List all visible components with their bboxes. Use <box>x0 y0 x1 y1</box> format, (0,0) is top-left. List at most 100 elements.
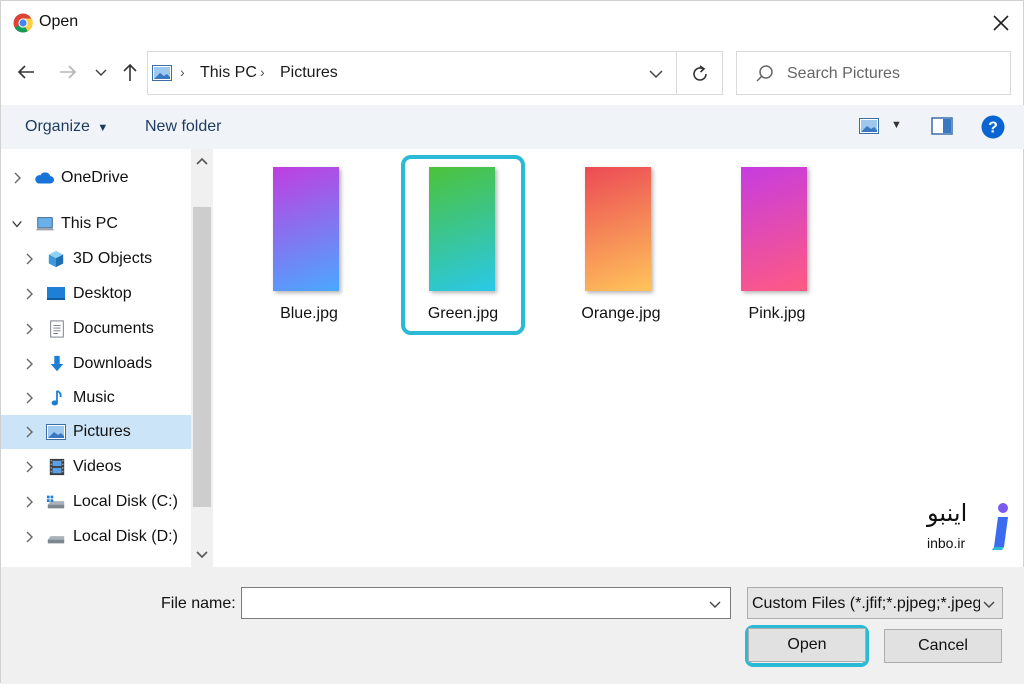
sidebar-item-videos[interactable]: Videos <box>1 450 191 484</box>
chevron-right-icon[interactable] <box>23 460 35 474</box>
file-thumbnail <box>273 167 339 291</box>
computer-icon <box>35 217 55 231</box>
chevron-right-icon[interactable] <box>23 495 35 509</box>
sidebar-item-local-disk-d[interactable]: Local Disk (D:) <box>1 520 191 554</box>
sidebar-item-label: OneDrive <box>61 169 129 186</box>
chevron-right-icon[interactable] <box>11 171 23 185</box>
chrome-icon <box>13 13 33 33</box>
breadcrumb-separator-icon: › <box>260 64 265 80</box>
scrollbar-thumb[interactable] <box>193 207 211 507</box>
cancel-button[interactable]: Cancel <box>884 629 1002 663</box>
open-button[interactable]: Open <box>748 628 866 662</box>
sidebar-item-downloads[interactable]: Downloads <box>1 347 191 381</box>
chevron-down-icon[interactable] <box>708 597 722 611</box>
document-icon <box>50 320 64 338</box>
chevron-right-icon[interactable] <box>23 287 35 301</box>
chevron-right-icon[interactable] <box>23 357 35 371</box>
chevron-right-icon[interactable] <box>23 425 35 439</box>
title-bar: Open <box>1 1 1024 45</box>
chevron-down-icon[interactable] <box>93 61 109 83</box>
sidebar-item-pictures[interactable]: Pictures <box>1 415 191 449</box>
organize-button[interactable]: Organize ▼ <box>25 118 108 136</box>
toolbar: Organize ▼ New folder ▼ ? <box>1 105 1024 149</box>
file-thumbnail <box>585 167 651 291</box>
file-name-label: File name: <box>161 595 236 612</box>
sidebar-item-label: Local Disk (D:) <box>73 528 178 545</box>
breadcrumb-this-pc[interactable]: This PC <box>200 64 257 82</box>
drive-icon <box>47 536 65 544</box>
file-thumbnail <box>741 167 807 291</box>
cloud-icon <box>35 172 54 184</box>
desktop-icon <box>47 287 65 300</box>
caret-down-icon: ▼ <box>97 122 109 134</box>
drive-icon <box>46 495 65 509</box>
file-item-green[interactable]: Green.jpg <box>401 155 525 335</box>
file-name: Pink.jpg <box>748 305 806 322</box>
search-box[interactable] <box>736 51 1011 95</box>
sidebar-item-label: Music <box>73 389 115 406</box>
file-type-value: Custom Files (*.jfif;*.pjpeg;*.jpeg <box>752 595 980 612</box>
file-thumbnail <box>429 167 495 291</box>
file-item-blue[interactable]: Blue.jpg <box>247 155 371 335</box>
sidebar-item-label: This PC <box>61 215 118 232</box>
download-icon <box>50 355 64 372</box>
file-type-select[interactable]: Custom Files (*.jfif;*.pjpeg;*.jpeg <box>747 587 1003 619</box>
search-input[interactable] <box>785 61 1000 87</box>
change-view-icon[interactable] <box>859 117 879 135</box>
file-item-orange[interactable]: Orange.jpg <box>559 155 683 335</box>
search-icon <box>756 65 773 82</box>
inbo-logo-icon <box>992 503 1008 550</box>
close-icon[interactable] <box>989 11 1013 35</box>
pictures-icon <box>152 65 172 81</box>
caret-down-icon[interactable]: ▼ <box>891 119 902 131</box>
sidebar-item-music[interactable]: Music <box>1 381 191 415</box>
file-name: Blue.jpg <box>280 305 338 322</box>
film-icon <box>49 458 65 476</box>
chevron-right-icon[interactable] <box>23 530 35 544</box>
watermark: اینبو inbo.ir <box>919 497 1019 557</box>
music-icon <box>51 389 62 406</box>
sidebar-item-this-pc[interactable]: This PC <box>1 207 191 241</box>
file-name: Green.jpg <box>427 305 499 322</box>
chevron-down-icon[interactable] <box>982 597 996 611</box>
new-folder-button[interactable]: New folder <box>145 118 221 136</box>
chevron-down-icon[interactable] <box>11 217 23 231</box>
sidebar-item-documents[interactable]: Documents <box>1 312 191 346</box>
arrow-left-icon[interactable] <box>15 61 37 83</box>
chevron-right-icon[interactable] <box>23 322 35 336</box>
breadcrumb-pictures[interactable]: Pictures <box>280 64 338 82</box>
chevron-right-icon[interactable] <box>23 252 35 266</box>
refresh-button[interactable] <box>677 51 723 95</box>
sidebar-item-onedrive[interactable]: OneDrive <box>1 161 191 195</box>
navigation-row: › This PC › Pictures <box>1 51 1024 97</box>
sidebar-scrollbar[interactable] <box>191 149 213 567</box>
sidebar-item-3d-objects[interactable]: 3D Objects <box>1 242 191 276</box>
address-bar[interactable]: › This PC › Pictures <box>147 51 677 95</box>
scroll-up-icon[interactable] <box>195 155 209 169</box>
chevron-down-icon[interactable] <box>648 66 664 82</box>
file-list: Blue.jpg Green.jpg Orange.jpg Pink.jpg <box>215 149 1023 567</box>
chevron-right-icon[interactable] <box>23 391 35 405</box>
window-title: Open <box>39 13 79 30</box>
preview-pane-icon[interactable] <box>931 117 953 135</box>
pictures-icon <box>46 424 66 440</box>
file-name: Orange.jpg <box>581 305 661 322</box>
dialog-footer: File name: Custom Files (*.jfif;*.pjpeg;… <box>1 567 1024 684</box>
scroll-down-icon[interactable] <box>195 547 209 561</box>
sidebar-item-label: Downloads <box>73 355 153 372</box>
sidebar-item-label: Desktop <box>73 285 132 302</box>
arrow-up-icon[interactable] <box>119 61 141 83</box>
open-file-dialog: Open › This PC › Pictures Search Picture… <box>0 0 1024 684</box>
arrow-right-icon[interactable] <box>57 61 79 83</box>
sidebar-item-label: 3D Objects <box>73 250 153 267</box>
navigation-pane: OneDrive This PC 3D Objects Desktop Docu… <box>1 149 213 567</box>
file-name-input[interactable] <box>241 587 731 619</box>
organize-label: Organize <box>25 118 90 135</box>
help-icon[interactable]: ? <box>981 115 1005 139</box>
sidebar-item-label: Documents <box>73 320 154 337</box>
cube-icon <box>48 250 64 268</box>
file-item-pink[interactable]: Pink.jpg <box>715 155 839 335</box>
watermark-text-fa: اینبو <box>927 499 968 527</box>
sidebar-item-local-disk-c[interactable]: Local Disk (C:) <box>1 485 191 519</box>
sidebar-item-desktop[interactable]: Desktop <box>1 277 191 311</box>
